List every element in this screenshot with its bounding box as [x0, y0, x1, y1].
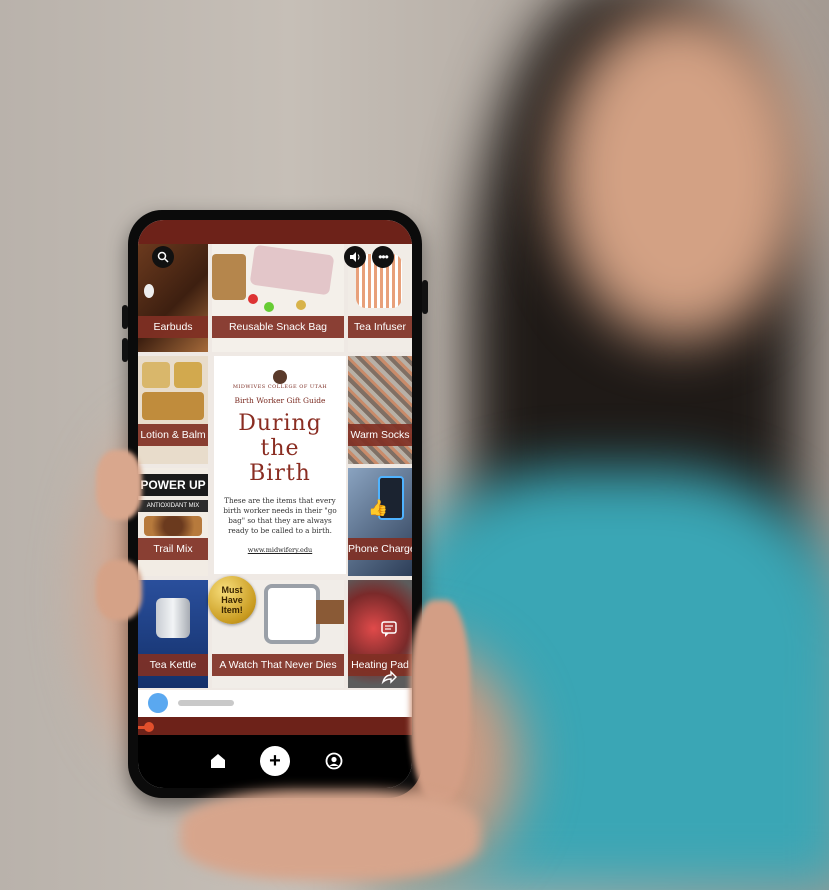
profile-button[interactable]	[324, 751, 344, 771]
kettle-shape	[156, 598, 190, 638]
pin-image[interactable]: Earbuds Reusable Snack Bag Tea Infuser L…	[138, 244, 412, 713]
card-description: These are the items that every birth wor…	[223, 496, 337, 535]
gift-guide-card: MIDWIVES COLLEGE OF UTAH Birth Worker Gi…	[214, 356, 346, 574]
thumbs-up-icon: 👍	[368, 500, 388, 517]
thumb	[96, 450, 142, 520]
phone-side-button	[122, 305, 128, 329]
tile-label: Earbuds	[138, 316, 208, 338]
caption-placeholder	[178, 700, 234, 706]
phone-power-button	[422, 280, 428, 314]
palm	[180, 790, 480, 880]
antioxidant-label: ANTIOXIDANT MIX	[138, 500, 208, 512]
must-have-badge: Must Have Item!	[208, 576, 256, 624]
tree-logo-icon	[273, 370, 287, 384]
card-url: www.midwifery.edu	[247, 546, 313, 554]
power-up-logo: POWER UP	[138, 474, 208, 496]
tile-label: Phone Charger	[348, 538, 412, 560]
search-button[interactable]	[152, 246, 174, 268]
more-options-button[interactable]: •••	[372, 246, 394, 268]
creator-avatar[interactable]	[148, 693, 168, 713]
home-icon	[211, 754, 225, 768]
watch-face-shape	[264, 584, 320, 644]
badge-line2: Have	[221, 595, 243, 605]
tile-kettle: Tea Kettle	[138, 580, 208, 688]
phone-screen: Earbuds Reusable Snack Bag Tea Infuser L…	[138, 220, 412, 788]
pin-bottom-strip	[138, 690, 412, 713]
phone: Earbuds Reusable Snack Bag Tea Infuser L…	[122, 210, 428, 798]
share-icon	[381, 670, 397, 685]
earbud-shape	[144, 284, 154, 298]
progress-track	[138, 717, 412, 735]
tile-trail-mix: POWER UP ANTIOXIDANT MIX Trail Mix	[138, 468, 208, 576]
balm-tin-shape	[142, 362, 170, 388]
nut-shape	[296, 300, 306, 310]
profile-icon	[325, 752, 343, 770]
more-icon: •••	[378, 250, 389, 264]
top-bar	[138, 220, 412, 244]
comment-button[interactable]	[380, 620, 398, 638]
tile-lotion: Lotion & Balm	[138, 356, 208, 464]
tile-snack-bag: Reusable Snack Bag	[212, 244, 344, 352]
add-icon: +	[269, 749, 281, 772]
finger	[96, 560, 142, 620]
tile-label: Reusable Snack Bag	[212, 316, 344, 338]
trail-mix-shape	[144, 516, 202, 536]
volume-icon	[350, 252, 360, 262]
tile-label: Warm Socks	[348, 424, 412, 446]
volume-button[interactable]	[344, 246, 366, 268]
tile-socks: Warm Socks	[348, 356, 412, 464]
search-icon	[157, 251, 169, 263]
tile-phone-charger: 👍 Phone Charger	[348, 468, 412, 576]
tile-label: Lotion & Balm	[138, 424, 208, 446]
logo-text: MIDWIVES COLLEGE OF UTAH	[232, 384, 328, 390]
badge-line1: Must	[221, 585, 243, 595]
grape-shape	[264, 302, 274, 312]
balm-tin-shape	[174, 362, 202, 388]
tile-label: A Watch That Never Dies	[212, 654, 344, 676]
comment-icon	[381, 621, 397, 637]
share-button[interactable]	[380, 668, 398, 686]
watch-strap-shape	[316, 600, 344, 624]
lotion-bottle-shape	[142, 392, 204, 420]
hand-right	[410, 600, 470, 800]
tile-label: Tea Infuser	[348, 316, 412, 338]
sandwich-shape	[212, 254, 246, 300]
phone-side-button	[122, 338, 128, 362]
add-button[interactable]: +	[260, 746, 290, 776]
tile-label: Trail Mix	[138, 538, 208, 560]
badge-line3: Item!	[221, 605, 243, 615]
progress-scrubber[interactable]	[143, 722, 154, 732]
berry-shape	[248, 294, 258, 304]
guide-title: Birth Worker Gift Guide	[234, 396, 326, 405]
snack-bag-shape	[249, 244, 335, 296]
card-title-line2: the	[260, 436, 300, 461]
tile-label: Tea Kettle	[138, 654, 208, 676]
background-face	[555, 10, 805, 340]
bottom-nav: +	[138, 735, 412, 788]
home-button[interactable]	[208, 751, 228, 771]
card-title-line3: Birth	[249, 461, 311, 486]
card-title-line1: During	[238, 411, 322, 436]
